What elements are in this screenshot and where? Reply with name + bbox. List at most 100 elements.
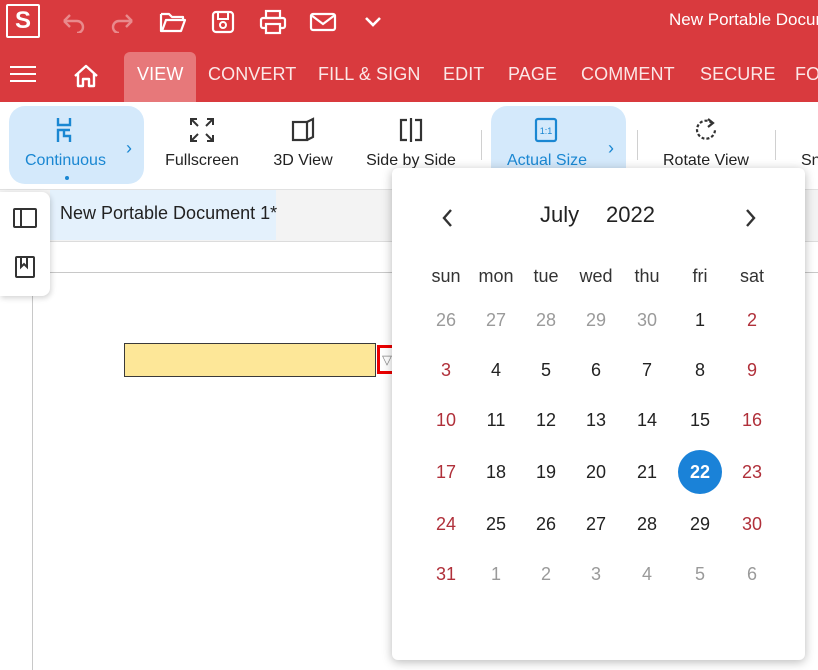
weekday-tue: tue xyxy=(533,266,559,286)
calendar-day[interactable]: 18 xyxy=(474,450,518,494)
weekday-sat: sat xyxy=(739,266,764,286)
hamburger-menu-icon[interactable] xyxy=(10,66,36,86)
prev-month-button[interactable] xyxy=(436,206,460,230)
next-month-button[interactable] xyxy=(738,206,762,230)
document-tab[interactable]: New Portable Document 1* xyxy=(50,190,277,240)
calendar-day[interactable]: 12 xyxy=(524,398,568,442)
calendar-day[interactable]: 29 xyxy=(678,502,722,546)
calendar-day[interactable]: 27 xyxy=(574,502,618,546)
calendar-day-outside[interactable]: 5 xyxy=(678,552,722,596)
calendar-year[interactable]: 2022 xyxy=(606,202,655,228)
calendar-day[interactable]: 26 xyxy=(524,502,568,546)
calendar-day[interactable]: 10 xyxy=(424,398,468,442)
calendar-day-outside[interactable]: 6 xyxy=(730,552,774,596)
tab-page[interactable]: PAGE xyxy=(508,64,557,85)
calendar-day[interactable]: 13 xyxy=(574,398,618,442)
3d-view-icon xyxy=(288,116,318,144)
redo-icon[interactable] xyxy=(108,8,138,36)
calendar-day[interactable]: 23 xyxy=(730,450,774,494)
calendar-day-outside[interactable]: 4 xyxy=(625,552,669,596)
calendar-day-outside[interactable]: 3 xyxy=(574,552,618,596)
calendar-day-outside[interactable]: 30 xyxy=(625,298,669,342)
tab-edit[interactable]: EDIT xyxy=(443,64,484,85)
chevron-right-icon[interactable]: › xyxy=(126,138,132,159)
toolbar-divider xyxy=(775,130,776,160)
window-title: New Portable Document 1 xyxy=(669,10,818,29)
calendar-day[interactable]: 15 xyxy=(678,398,722,442)
email-icon[interactable] xyxy=(308,8,338,36)
calendar-day-outside[interactable]: 26 xyxy=(424,298,468,342)
calendar-day[interactable]: 31 xyxy=(424,552,468,596)
calendar-day[interactable]: 1 xyxy=(678,298,722,342)
app-logo: S xyxy=(6,4,40,38)
calendar-day[interactable]: 21 xyxy=(625,450,669,494)
calendar-month[interactable]: July xyxy=(540,202,579,228)
rotate-icon xyxy=(691,116,721,144)
calendar-day[interactable]: 16 xyxy=(730,398,774,442)
actual-size-icon: 1:1 xyxy=(531,116,561,144)
calendar-day[interactable]: 22 xyxy=(678,450,722,494)
weekday-fri: fri xyxy=(692,266,708,286)
weekday-mon: mon xyxy=(478,266,514,286)
chevron-right-icon xyxy=(746,209,756,227)
tab-form[interactable]: FO xyxy=(795,64,818,85)
continuous-button[interactable]: Continuous › xyxy=(9,106,144,184)
calendar-day[interactable]: 5 xyxy=(524,348,568,392)
print-icon[interactable] xyxy=(258,8,288,36)
calendar-day[interactable]: 25 xyxy=(474,502,518,546)
calendar-day-outside[interactable]: 27 xyxy=(474,298,518,342)
toolbar-divider xyxy=(481,130,482,160)
fullscreen-icon xyxy=(187,116,217,144)
weekday-wed: wed xyxy=(579,266,613,286)
calendar-day[interactable]: 6 xyxy=(574,348,618,392)
calendar-day[interactable]: 11 xyxy=(474,398,518,442)
menu-bar: VIEW CONVERT FILL & SIGN EDIT PAGE COMME… xyxy=(0,46,818,102)
open-folder-icon[interactable] xyxy=(158,8,188,36)
calendar-day[interactable]: 7 xyxy=(625,348,669,392)
triangle-down-icon: ▽ xyxy=(382,351,392,367)
tab-comment[interactable]: COMMENT xyxy=(581,64,675,85)
chevron-left-icon xyxy=(442,209,452,227)
calendar-day[interactable]: 4 xyxy=(474,348,518,392)
calendar-day[interactable]: 9 xyxy=(730,348,774,392)
save-icon[interactable] xyxy=(208,8,238,36)
fullscreen-button[interactable]: Fullscreen xyxy=(158,106,246,184)
title-bar: S New Portable Document 1 xyxy=(0,0,818,46)
calendar-day[interactable]: 20 xyxy=(574,450,618,494)
calendar-day-outside[interactable]: 29 xyxy=(574,298,618,342)
tab-convert[interactable]: CONVERT xyxy=(208,64,296,85)
chevron-right-icon[interactable]: › xyxy=(608,138,614,159)
calendar-day[interactable]: 14 xyxy=(625,398,669,442)
date-form-field[interactable] xyxy=(124,343,376,377)
undo-icon[interactable] xyxy=(58,8,88,36)
date-picker-popup: July 2022 sun mon tue wed thu fri sat 26 27 28 29 3… xyxy=(392,168,805,660)
page-edge xyxy=(32,272,33,670)
home-icon[interactable] xyxy=(72,63,100,89)
calendar-day-outside[interactable]: 28 xyxy=(524,298,568,342)
side-panel xyxy=(0,192,50,296)
tab-secure[interactable]: SECURE xyxy=(700,64,776,85)
calendar-day[interactable]: 30 xyxy=(730,502,774,546)
chevron-down-icon[interactable] xyxy=(358,8,388,36)
continuous-icon xyxy=(49,116,79,144)
bookmark-icon[interactable] xyxy=(12,254,38,280)
calendar-day[interactable]: 8 xyxy=(678,348,722,392)
indicator-dot xyxy=(65,176,69,180)
tab-view[interactable]: VIEW xyxy=(124,52,197,102)
sidebar-toggle-icon[interactable] xyxy=(12,206,38,232)
calendar-day[interactable]: 24 xyxy=(424,502,468,546)
calendar-day[interactable]: 28 xyxy=(625,502,669,546)
3d-view-button[interactable]: 3D View xyxy=(262,106,344,184)
svg-text:1:1: 1:1 xyxy=(540,126,553,136)
calendar-day-outside[interactable]: 1 xyxy=(474,552,518,596)
tab-fill-sign[interactable]: FILL & SIGN xyxy=(318,64,420,85)
calendar-day[interactable]: 3 xyxy=(424,348,468,392)
toolbar-divider xyxy=(637,130,638,160)
weekday-sun: sun xyxy=(431,266,461,286)
side-by-side-icon xyxy=(396,116,426,144)
calendar-day-outside[interactable]: 2 xyxy=(524,552,568,596)
calendar-day[interactable]: 2 xyxy=(730,298,774,342)
weekday-thu: thu xyxy=(634,266,660,286)
calendar-day[interactable]: 17 xyxy=(424,450,468,494)
calendar-day[interactable]: 19 xyxy=(524,450,568,494)
